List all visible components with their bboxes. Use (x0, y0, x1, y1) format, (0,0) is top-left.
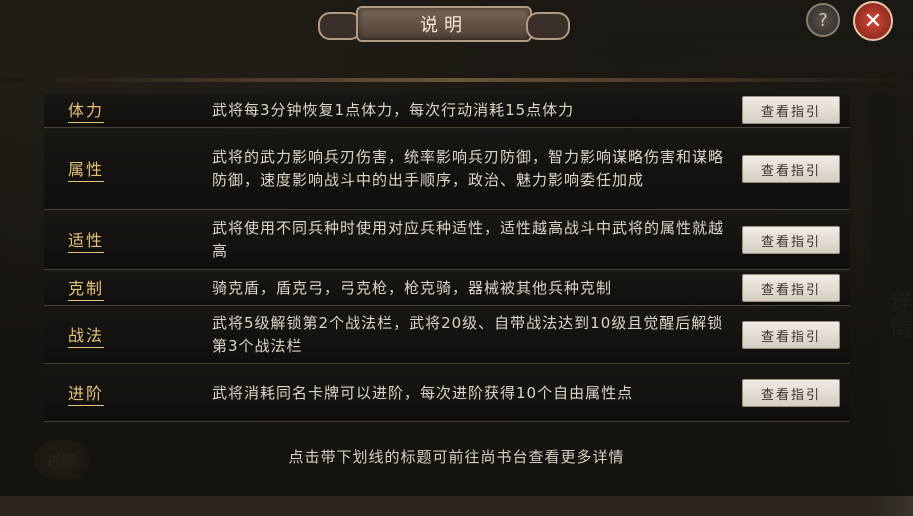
row-description: 武将消耗同名卡牌可以进阶，每次进阶获得10个自由属性点 (212, 383, 634, 402)
row-title-attributes[interactable]: 属性 (68, 156, 105, 182)
dialog-title: 说明 (420, 15, 468, 36)
list-item: 进阶 武将消耗同名卡牌可以进阶，每次进阶获得10个自由属性点 查看指引 (44, 365, 850, 422)
dialog-title-plate: 说明 (316, 2, 572, 46)
view-guide-button[interactable]: 查看指引 (742, 274, 840, 302)
list-item: 体力 武将每3分钟恢复1点体力，每次行动消耗15点体力 查看指引 (44, 93, 850, 128)
list-item: 属性 武将的武力影响兵刃伤害，统率影响兵刃防御，智力影响谋略伤害和谋略防御，速度… (44, 129, 850, 210)
row-description: 武将的武力影响兵刃伤害，统率影响兵刃防御，智力影响谋略伤害和谋略防御，速度影响战… (212, 148, 725, 189)
view-guide-button[interactable]: 查看指引 (742, 321, 840, 349)
list-item: 克制 骑克盾，盾克弓，弓克枪，枪克骑，器械被其他兵种克制 查看指引 (44, 271, 850, 306)
row-title-stamina[interactable]: 体力 (68, 97, 105, 123)
list-item: 适性 武将使用不同兵种时使用对应兵种适性，适性越高战斗中武将的属性就越高 查看指… (44, 211, 850, 270)
row-title-advance[interactable]: 进阶 (68, 380, 105, 406)
question-icon[interactable]: ? (806, 3, 840, 37)
view-guide-button[interactable]: 查看指引 (742, 155, 840, 183)
row-title-counter[interactable]: 克制 (68, 275, 105, 301)
scroll-ornament-right (526, 12, 570, 40)
view-guide-button[interactable]: 查看指引 (742, 226, 840, 254)
view-guide-button[interactable]: 查看指引 (742, 379, 840, 407)
footer-hint: 点击带下划线的标题可前往尚书台查看更多详情 (288, 448, 625, 466)
row-title-tactics[interactable]: 战法 (68, 322, 105, 348)
row-description: 武将5级解锁第2个战法栏，武将20级、自带战法达到10级且觉醒后解锁第3个战法栏 (212, 314, 724, 355)
close-icon[interactable]: ✕ (853, 1, 893, 41)
row-title-aptitude[interactable]: 适性 (68, 227, 105, 253)
row-description: 骑克盾，盾克弓，弓克枪，枪克骑，器械被其他兵种克制 (212, 278, 613, 297)
dialog-top-border (0, 78, 913, 82)
view-guide-button[interactable]: 查看指引 (742, 96, 840, 124)
row-description: 武将使用不同兵种时使用对应兵种适性，适性越高战斗中武将的属性就越高 (212, 219, 725, 260)
row-description: 武将每3分钟恢复1点体力，每次行动消耗15点体力 (212, 100, 575, 119)
list-item: 战法 武将5级解锁第2个战法栏，武将20级、自带战法达到10级且觉醒后解锁第3个… (44, 307, 850, 364)
